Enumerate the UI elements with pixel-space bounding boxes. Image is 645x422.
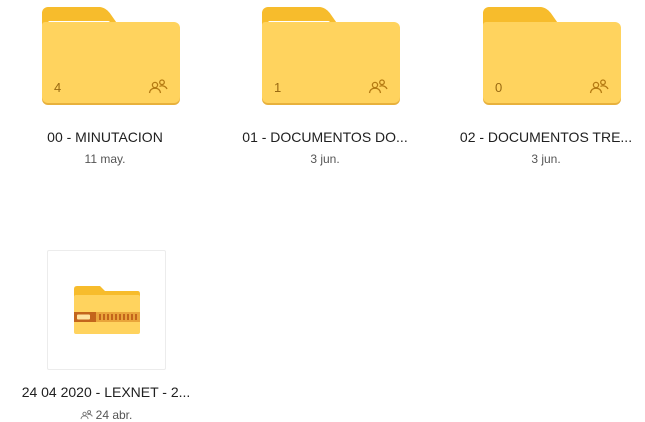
file-thumbnail: [47, 250, 166, 370]
shared-people-icon: [148, 79, 168, 94]
file-meta: 24 abr.: [0, 408, 212, 422]
shared-people-icon: [80, 410, 93, 420]
shared-people-icon: [368, 79, 388, 94]
shared-folder-icon: 4: [42, 7, 180, 103]
folder-item-minutacion[interactable]: 4 00 - MINUTACION 11 may.: [5, 0, 205, 190]
folder-name: 01 - DOCUMENTOS DO...: [242, 129, 408, 145]
folder-name: 02 - DOCUMENTOS TRE...: [459, 129, 633, 145]
folder-item-documentos-tre[interactable]: 0 02 - DOCUMENTOS TRE... 3 jun.: [446, 0, 645, 190]
folder-date: 11 may.: [84, 152, 126, 166]
folder-date: 3 jun.: [310, 152, 340, 166]
folder-item-count: 4: [54, 80, 62, 95]
folder-date: 3 jun.: [531, 152, 561, 166]
zip-item-lexnet[interactable]: 24 04 2020 - LEXNET - 2... 24 abr.: [0, 240, 212, 422]
shared-folder-icon: 0: [483, 7, 621, 103]
shared-folder-icon: 1: [262, 7, 400, 103]
shared-people-icon: [589, 79, 609, 94]
zip-folder-icon: [74, 286, 140, 334]
folder-item-count: 0: [495, 80, 503, 95]
file-date: 24 abr.: [95, 408, 133, 422]
folder-item-documentos-do[interactable]: 1 01 - DOCUMENTOS DO... 3 jun.: [225, 0, 425, 190]
file-name: 24 04 2020 - LEXNET - 2...: [21, 384, 191, 400]
folder-item-count: 1: [274, 80, 282, 95]
folder-name: 00 - MINUTACION: [47, 129, 163, 145]
